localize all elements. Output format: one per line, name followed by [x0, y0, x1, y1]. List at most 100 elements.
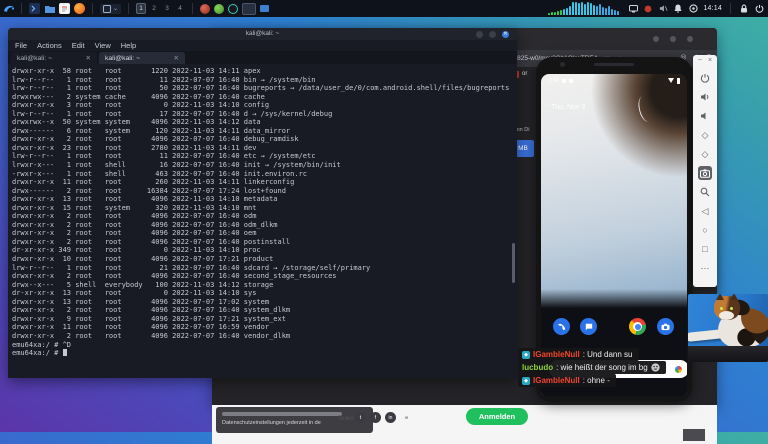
terminal-line: lrw-r--r-- 1 root root 17 2022-07-07 16:… — [12, 109, 333, 118]
phone-speaker-slot — [594, 63, 634, 66]
visualizer-bar — [590, 3, 593, 15]
page-or-label: or — [522, 71, 528, 77]
emulator-home-button[interactable]: ○ — [698, 223, 712, 237]
files-launcher-icon[interactable] — [44, 3, 55, 14]
emulator-rotate-left-button[interactable]: ◇ — [698, 128, 712, 142]
terminal-menubar: File Actions Edit View Help — [8, 40, 517, 51]
terminal-line: drwxr-xr-x 2 root root 4096 2022-07-07 1… — [12, 237, 291, 246]
visualizer-bar — [572, 2, 575, 15]
editor-launcher-icon[interactable] — [59, 3, 70, 14]
share-label: Teilen — [338, 416, 354, 422]
browser-window-controls[interactable] — [653, 36, 693, 42]
terminal-scrollbar[interactable] — [512, 243, 515, 283]
terminal-tab-1[interactable]: kali@kali: ~ ✕ — [11, 52, 97, 64]
visualizer-bar — [611, 9, 614, 15]
chevron-down-icon: ⌄ — [113, 6, 119, 12]
terminal-line: drwxr-xr-x 10 root root 4096 2022-07-07 … — [12, 255, 274, 264]
app-icon-blue[interactable] — [260, 5, 270, 12]
app-finder-dropdown[interactable]: ⌄ — [100, 3, 122, 14]
emulator-volume-down-button[interactable] — [698, 109, 712, 123]
emulator-volume-up-button[interactable] — [698, 90, 712, 104]
minimize-button[interactable] — [476, 30, 483, 38]
visualizer-bar — [593, 5, 596, 15]
chat-username[interactable]: IGambleNull — [533, 376, 580, 385]
login-button[interactable]: Anmelden — [466, 408, 528, 425]
lens-icon[interactable] — [675, 365, 682, 373]
facebook-icon[interactable]: f — [370, 412, 381, 423]
visualizer-bar — [569, 6, 572, 15]
workspace-button-2[interactable]: 2 — [149, 3, 159, 14]
cat-ear — [716, 294, 724, 300]
app-icon-green[interactable] — [214, 3, 225, 14]
kali-logo-icon[interactable] — [3, 3, 14, 14]
emulator-zoom-button[interactable] — [698, 185, 712, 199]
chat-username[interactable]: IGambleNull — [533, 350, 580, 359]
chrome-app-icon[interactable] — [629, 318, 646, 335]
workspace-button-3[interactable]: 3 — [162, 3, 172, 14]
tab-close-icon[interactable]: ✕ — [174, 54, 179, 62]
messages-app-icon[interactable] — [580, 318, 597, 335]
power-icon[interactable] — [754, 4, 764, 14]
workspace-button-1[interactable]: 1 — [136, 3, 147, 14]
chat-username[interactable]: lucbudo — [522, 363, 553, 372]
workspace-button-4[interactable]: 4 — [175, 3, 185, 14]
emulator-toolbar: − × ◇ ◇ ◁ ○ □ ⋯ — [693, 55, 717, 287]
visualizer-bar — [551, 12, 554, 15]
terminal-output[interactable]: drwxr-xr-x 58 root root 1220 2022-11-03 … — [8, 64, 517, 358]
status-circle-icon[interactable] — [688, 4, 698, 14]
app-icon-red[interactable] — [200, 3, 211, 14]
emulator-more-button[interactable]: ⋯ — [698, 261, 712, 275]
chat-message: ◆ IGambleNull: Und dann su — [518, 348, 639, 361]
menu-item-file[interactable]: File — [15, 41, 27, 50]
cat-chin — [719, 311, 734, 320]
menu-item-view[interactable]: View — [95, 41, 111, 50]
terminal-line: dr-xr-xr-x 13 root root 0 2022-11-03 14:… — [12, 289, 257, 298]
terminal-line: drwxrwx--- 2 system cache 4096 2022-07-0… — [12, 92, 265, 101]
obs-icon[interactable] — [228, 3, 239, 14]
terminal-cursor — [62, 349, 67, 357]
twitter-icon[interactable]: t — [355, 412, 366, 423]
terminal-line: drwx------ 6 root system 120 2022-11-03 … — [12, 126, 291, 135]
emulator-back-button[interactable]: ◁ — [698, 204, 712, 218]
link-icon[interactable]: ∞ — [401, 412, 412, 423]
terminal-line: lrw-r--r-- 1 root root 50 2022-07-07 16:… — [12, 84, 510, 93]
terminal-titlebar[interactable]: kali@kali: ~ ✕ — [8, 28, 517, 40]
phone-app-icon[interactable] — [553, 318, 570, 335]
linkedin-icon[interactable]: in — [385, 412, 396, 423]
emulator-screenshot-button[interactable] — [698, 166, 712, 180]
notifications-bell-icon[interactable] — [673, 4, 683, 14]
menu-item-edit[interactable]: Edit — [72, 41, 85, 50]
camera-app-icon[interactable] — [657, 318, 674, 335]
terminal-line: drwxr-xr-x 11 root root 4096 2022-07-07 … — [12, 323, 270, 332]
workspace-switcher: 1234 — [136, 3, 185, 14]
display-icon[interactable] — [628, 4, 638, 14]
visualizer-bar — [584, 4, 587, 15]
terminal-launcher-icon[interactable] — [29, 3, 40, 14]
chat-text: : Und dann su — [582, 350, 633, 359]
terminal-line: -rwxr-x--- 1 root shell 463 2022-07-07 1… — [12, 169, 308, 178]
close-button[interactable]: ✕ — [502, 30, 509, 38]
maximize-button[interactable] — [489, 30, 496, 38]
cookie-banner: Datenschutzeinstellungen jederzeit in de… — [212, 405, 717, 444]
recorder-icon[interactable] — [643, 4, 653, 14]
terminal-tab-2[interactable]: kali@kali: ~ ✕ — [99, 52, 185, 64]
volume-muted-icon[interactable] — [658, 4, 668, 14]
menu-item-actions[interactable]: Actions — [37, 41, 62, 50]
emulator-minimize-button[interactable]: − — [698, 57, 702, 64]
emulator-overview-button[interactable]: □ — [698, 242, 712, 256]
tab-close-icon[interactable]: ✕ — [86, 54, 91, 62]
menu-item-help[interactable]: Help — [121, 41, 136, 50]
terminal-line: lrw-r--r-- 1 root root 21 2022-07-07 16:… — [12, 263, 371, 272]
phone-notify-icon — [568, 78, 573, 83]
phone-statusbar: 2:14 — [541, 76, 687, 85]
emulator-power-button[interactable] — [698, 71, 712, 85]
lock-icon[interactable] — [739, 4, 749, 14]
emulator-rotate-right-button[interactable]: ◇ — [698, 147, 712, 161]
clock[interactable]: 14:14 — [703, 5, 722, 12]
battery-icon — [677, 77, 680, 84]
firefox-launcher-icon[interactable] — [74, 3, 85, 14]
active-window-button[interactable] — [242, 2, 257, 15]
terminal-line: lrw-r--r-- 1 root root 11 2022-07-07 16:… — [12, 152, 316, 161]
emulator-close-button[interactable]: × — [708, 57, 712, 64]
terminal-window[interactable]: kali@kali: ~ ✕ File Actions Edit View Help k… — [8, 28, 517, 378]
